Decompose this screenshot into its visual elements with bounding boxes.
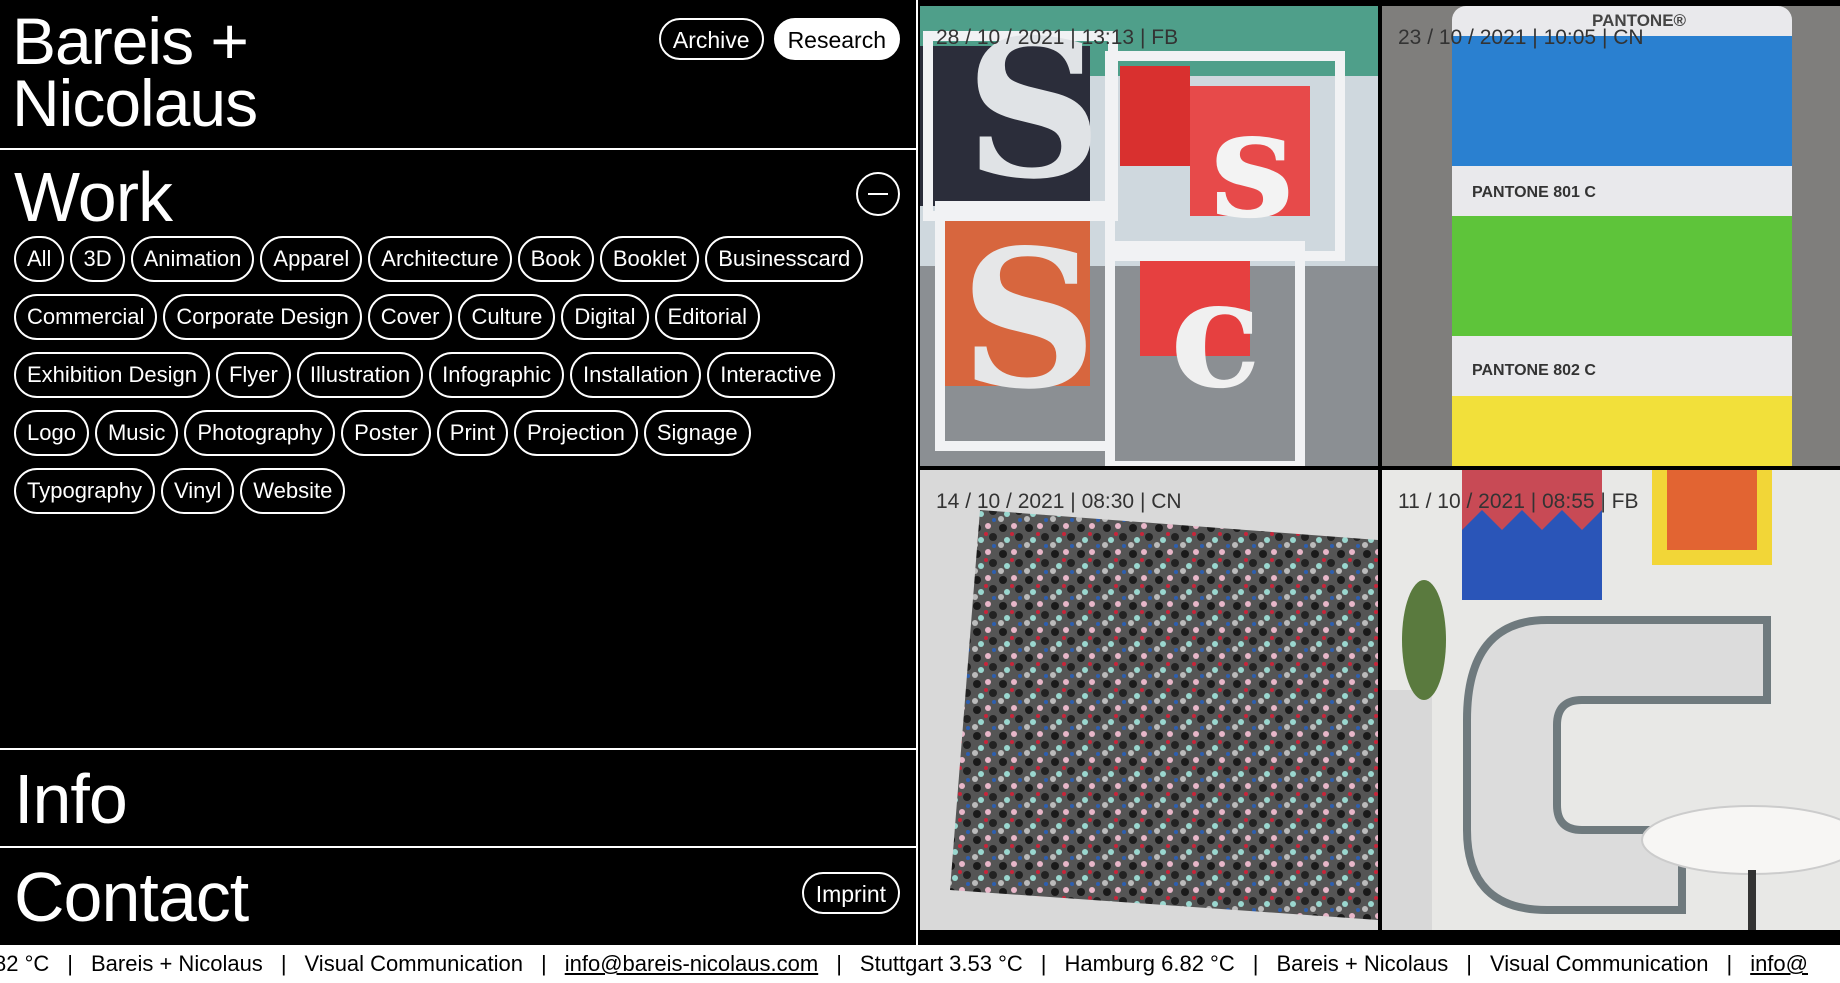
filter-tag[interactable]: Interactive bbox=[707, 352, 835, 398]
filter-tag[interactable]: Booklet bbox=[599, 236, 700, 282]
ticker-item: Visual Communication bbox=[1489, 951, 1709, 976]
filter-tag[interactable]: Vinyl bbox=[160, 468, 235, 514]
top-nav: Archive Research bbox=[658, 18, 900, 60]
filter-tag[interactable]: 3D bbox=[70, 236, 125, 282]
collapse-icon[interactable] bbox=[856, 172, 900, 216]
filter-tag[interactable]: Poster bbox=[341, 410, 431, 456]
ticker-item: Hamburg 6.82 °C bbox=[1064, 951, 1235, 976]
divider bbox=[0, 846, 918, 848]
tile-caption: 23 / 10 / 2021 | 10:05 | CN bbox=[1398, 26, 1644, 49]
filter-tag[interactable]: Book bbox=[517, 236, 594, 282]
letter-frames-photo: S s S c bbox=[920, 6, 1378, 466]
tile-caption: 14 / 10 / 2021 | 08:30 | CN bbox=[936, 490, 1182, 513]
grid-tile[interactable]: S s S c 28 / 10 / 2021 | 13:13 | FB bbox=[920, 6, 1378, 466]
grid-tile[interactable]: 14 / 10 / 2021 | 08:30 | CN bbox=[920, 470, 1378, 930]
grid-tile[interactable]: 11 / 10 / 2021 | 08:55 | FB bbox=[1382, 470, 1840, 930]
filter-tag[interactable]: Photography bbox=[184, 410, 336, 456]
ticker-item: Bareis + Nicolaus bbox=[91, 951, 263, 976]
ticker-separator: | bbox=[1252, 951, 1259, 976]
filter-tag[interactable]: Digital bbox=[561, 294, 649, 340]
info-ticker: 82 °C | Bareis + Nicolaus | Visual Communica… bbox=[0, 945, 1840, 983]
brand-line-2: Nicolaus bbox=[12, 66, 258, 140]
ticker-separator: | bbox=[541, 951, 547, 976]
filter-tag[interactable]: Print bbox=[436, 410, 509, 456]
pantone-802-label: PANTONE 802 C bbox=[1472, 362, 1596, 379]
filter-tag[interactable]: Signage bbox=[643, 410, 751, 456]
divider bbox=[0, 748, 918, 750]
email-link[interactable]: info@bareis-nicolaus.com bbox=[565, 945, 818, 983]
filter-tag[interactable]: Website bbox=[240, 468, 346, 514]
ticker-item: Bareis + Nicolaus bbox=[1276, 951, 1449, 976]
ticker-separator: | bbox=[1040, 951, 1047, 976]
research-button[interactable]: Research bbox=[773, 18, 900, 60]
ticker-item: 82 °C bbox=[0, 951, 50, 976]
ticker-separator: | bbox=[1726, 951, 1733, 976]
filter-tag[interactable]: All bbox=[14, 236, 65, 282]
filter-tag[interactable]: Projection bbox=[514, 410, 638, 456]
work-filter-tags: All 3D Animation Apparel Architecture Book Boo… bbox=[14, 236, 894, 514]
pantone-801-label: PANTONE 801 C bbox=[1472, 184, 1596, 201]
brand-line-1: Bareis + bbox=[12, 4, 249, 78]
email-link[interactable]: info@ bbox=[1750, 945, 1808, 983]
filter-tag[interactable]: Installation bbox=[570, 352, 702, 398]
svg-text:c: c bbox=[1170, 246, 1261, 422]
grid-tile[interactable]: PANTONE® PANTONE 801 C PANTONE 802 C 23 … bbox=[1382, 6, 1840, 466]
brand-logo[interactable]: Bareis + Nicolaus bbox=[12, 4, 258, 140]
pantone-swatch-photo: PANTONE® PANTONE 801 C PANTONE 802 C bbox=[1382, 6, 1840, 466]
divider bbox=[0, 148, 918, 150]
filter-tag[interactable]: Editorial bbox=[654, 294, 761, 340]
section-title-work[interactable]: Work bbox=[14, 162, 173, 232]
filter-tag[interactable]: Corporate Design bbox=[163, 294, 362, 340]
filter-tag[interactable]: Music bbox=[94, 410, 179, 456]
c-letter-photo bbox=[1382, 470, 1840, 930]
ticker-item: Visual Communication bbox=[304, 951, 524, 976]
ticker-item: Stuttgart 3.53 °C bbox=[859, 951, 1023, 976]
section-title-info[interactable]: Info bbox=[14, 764, 128, 834]
section-title-contact[interactable]: Contact bbox=[14, 862, 249, 932]
svg-text:s: s bbox=[1210, 76, 1294, 252]
archive-button[interactable]: Archive bbox=[658, 18, 764, 60]
filter-tag[interactable]: Architecture bbox=[368, 236, 512, 282]
filter-tag[interactable]: Illustration bbox=[296, 352, 424, 398]
filter-tag[interactable]: Commercial bbox=[14, 294, 158, 340]
ticker-separator: | bbox=[67, 951, 73, 976]
research-grid: S s S c 28 / 10 / 2021 | 13:13 | FB PANT… bbox=[920, 6, 1840, 945]
filter-tag[interactable]: Culture bbox=[458, 294, 556, 340]
ticker-separator: | bbox=[836, 951, 842, 976]
filter-tag[interactable]: Infographic bbox=[429, 352, 565, 398]
filter-tag[interactable]: Typography bbox=[14, 468, 155, 514]
filter-tag[interactable]: Apparel bbox=[260, 236, 363, 282]
imprint-button[interactable]: Imprint bbox=[801, 872, 900, 914]
filter-tag[interactable]: Cover bbox=[367, 294, 453, 340]
recycled-felt-photo bbox=[920, 470, 1378, 930]
ticker-separator: | bbox=[280, 951, 287, 976]
filter-tag[interactable]: Exhibition Design bbox=[14, 352, 210, 398]
sidebar-panel: Bareis + Nicolaus Archive Research Work … bbox=[0, 0, 918, 945]
tile-caption: 28 / 10 / 2021 | 13:13 | FB bbox=[936, 26, 1179, 49]
filter-tag[interactable]: Animation bbox=[130, 236, 255, 282]
filter-tag[interactable]: Businesscard bbox=[705, 236, 864, 282]
filter-tag[interactable]: Logo bbox=[14, 410, 89, 456]
tile-caption: 11 / 10 / 2021 | 08:55 | FB bbox=[1398, 490, 1639, 513]
ticker-separator: | bbox=[1466, 951, 1472, 976]
filter-tag[interactable]: Flyer bbox=[215, 352, 291, 398]
svg-text:S: S bbox=[960, 208, 1097, 431]
